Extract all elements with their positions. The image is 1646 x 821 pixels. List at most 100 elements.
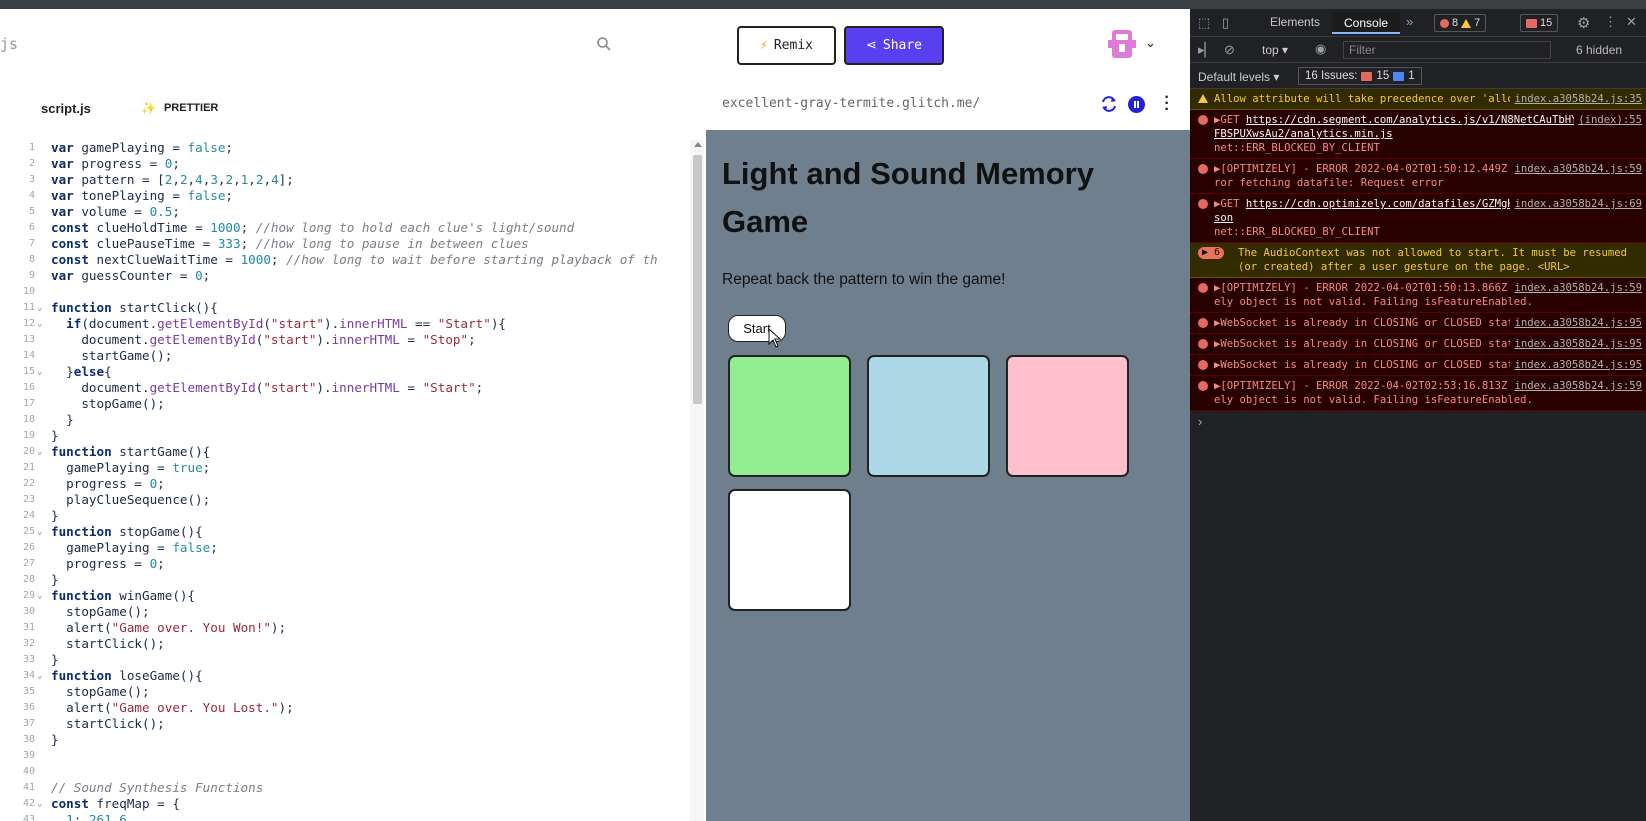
code-line[interactable]: 10 bbox=[0, 284, 690, 300]
code-line[interactable]: 2 var progress = 0; bbox=[0, 156, 690, 172]
kebab-menu-icon[interactable]: ⋮ bbox=[1604, 14, 1617, 30]
message-source-link[interactable]: (index):55 bbox=[1574, 113, 1642, 127]
remix-button[interactable]: ⚡ Remix bbox=[737, 26, 836, 65]
fold-chevron-icon[interactable]: ⌄ bbox=[37, 588, 42, 604]
issues-badge[interactable]: 15 bbox=[1520, 14, 1559, 32]
eye-icon[interactable]: ◉ bbox=[1315, 41, 1326, 57]
issues-button[interactable]: 16 Issues: 15 1 bbox=[1298, 67, 1422, 85]
console-prompt[interactable]: › bbox=[1190, 411, 1646, 432]
code-line[interactable]: 25 ⌄ function stopGame(){ bbox=[0, 524, 690, 540]
code-line[interactable]: 13 document.getElementById("start").inne… bbox=[0, 332, 690, 348]
message-source-link[interactable]: index.a3058b24.js:95 bbox=[1510, 337, 1642, 351]
preview-url[interactable]: excellent-gray-termite.glitch.me/ bbox=[722, 96, 980, 111]
fold-chevron-icon[interactable]: ⌄ bbox=[37, 364, 42, 380]
more-options-icon[interactable]: · · · bbox=[1161, 90, 1173, 118]
close-icon[interactable]: ✕ bbox=[1626, 14, 1637, 30]
code-line[interactable]: 35 stopGame(); bbox=[0, 684, 690, 700]
code-line[interactable]: 24} bbox=[0, 508, 690, 524]
code-line[interactable]: 9 var guessCounter = 0; bbox=[0, 268, 690, 284]
console-error-message[interactable]: index.a3058b24.js:69 ▶GET https://cdn.opt… bbox=[1190, 194, 1646, 243]
fold-chevron-icon[interactable]: ⌄ bbox=[37, 796, 42, 812]
console-error-message[interactable]: index.a3058b24.js:95 ▶WebSocket is alread… bbox=[1190, 334, 1646, 355]
avatar[interactable] bbox=[1108, 28, 1136, 60]
message-source-link[interactable]: index.a3058b24.js:69 bbox=[1510, 197, 1642, 211]
code-line[interactable]: 37 startClick(); bbox=[0, 716, 690, 732]
code-line[interactable]: 8 const nextClueWaitTime = 1000; //how lo… bbox=[0, 252, 690, 268]
game-button-4[interactable] bbox=[728, 489, 851, 611]
code-line[interactable]: 26 gamePlaying = false; bbox=[0, 540, 690, 556]
code-line[interactable]: 23 playClueSequence(); bbox=[0, 492, 690, 508]
console-error-message[interactable]: index.a3058b24.js:95 ▶WebSocket is alread… bbox=[1190, 355, 1646, 376]
code-line[interactable]: 39 bbox=[0, 748, 690, 764]
pause-icon[interactable] bbox=[1128, 96, 1145, 113]
repeat-count-badge[interactable]: ▶ 6 bbox=[1198, 247, 1225, 259]
message-source-link[interactable]: index.a3058b24.js:59 bbox=[1510, 379, 1642, 393]
code-line[interactable]: 30 stopGame(); bbox=[0, 604, 690, 620]
search-icon[interactable] bbox=[596, 36, 612, 52]
code-line[interactable]: 1 var gamePlaying = false; bbox=[0, 140, 690, 156]
share-button[interactable]: ⋖ Share bbox=[844, 26, 944, 65]
code-line[interactable]: 11 ⌄ function startClick(){ bbox=[0, 300, 690, 316]
clear-console-icon[interactable]: ⊘ bbox=[1224, 42, 1235, 58]
message-source-link[interactable]: index.a3058b24.js:59 bbox=[1510, 162, 1642, 176]
gear-icon[interactable]: ⚙ bbox=[1577, 14, 1590, 32]
code-line[interactable]: 18 } bbox=[0, 412, 690, 428]
code-line[interactable]: 17 stopGame(); bbox=[0, 396, 690, 412]
code-line[interactable]: 15 ⌄ }else{ bbox=[0, 364, 690, 380]
console-error-message[interactable]: (index):55 ▶GET https://cdn.segment.com/a… bbox=[1190, 110, 1646, 159]
console-error-message[interactable]: index.a3058b24.js:95 ▶WebSocket is alread… bbox=[1190, 313, 1646, 334]
more-tabs-icon[interactable]: » bbox=[1406, 14, 1413, 29]
tab-elements[interactable]: Elements bbox=[1270, 15, 1320, 29]
tab-console[interactable]: Console bbox=[1332, 12, 1401, 34]
code-line[interactable]: 4 var tonePlaying = false; bbox=[0, 188, 690, 204]
code-line[interactable]: 3 var pattern = [2,2,4,3,2,1,2,4]; bbox=[0, 172, 690, 188]
console-error-message[interactable]: index.a3058b24.js:59 ▶[OPTIMIZELY] - ERRO… bbox=[1190, 376, 1646, 411]
code-line[interactable]: 7 const cluePauseTime = 333; //how long t… bbox=[0, 236, 690, 252]
console-warning-message[interactable]: ▶ 6 The AudioContext was not allowed to s… bbox=[1190, 243, 1646, 278]
message-link[interactable]: https://cdn.segment.com/analytics.js/v1/… bbox=[1214, 114, 1635, 140]
filter-input[interactable]: Filter bbox=[1343, 41, 1551, 59]
refresh-icon[interactable] bbox=[1100, 95, 1118, 113]
code-line[interactable]: 5 var volume = 0.5; bbox=[0, 204, 690, 220]
code-line[interactable]: 34 ⌄ function loseGame(){ bbox=[0, 668, 690, 684]
code-line[interactable]: 31 alert("Game over. You Won!"); bbox=[0, 620, 690, 636]
levels-select[interactable]: Default levels ▾ bbox=[1198, 70, 1279, 84]
code-line[interactable]: 16 document.getElementById("start").inne… bbox=[0, 380, 690, 396]
message-source-link[interactable]: index.a3058b24.js:35 bbox=[1510, 92, 1642, 106]
prettier-button[interactable]: ✨ PRETTIER bbox=[141, 101, 218, 115]
message-source-link[interactable]: index.a3058b24.js:59 bbox=[1510, 281, 1642, 295]
game-button-3[interactable] bbox=[1006, 355, 1129, 477]
code-line[interactable]: 33} bbox=[0, 652, 690, 668]
search-input[interactable]: js bbox=[0, 35, 18, 53]
message-source-link[interactable]: index.a3058b24.js:95 bbox=[1510, 316, 1642, 330]
chevron-down-icon[interactable]: ⌄ bbox=[1145, 35, 1156, 51]
code-area[interactable]: 1 var gamePlaying = false; 2 var progress =… bbox=[0, 140, 690, 821]
code-line[interactable]: 28} bbox=[0, 572, 690, 588]
code-line[interactable]: 19} bbox=[0, 428, 690, 444]
fold-chevron-icon[interactable]: ⌄ bbox=[37, 444, 42, 460]
code-line[interactable]: 12 ⌄ if(document.getElementById("start").… bbox=[0, 316, 690, 332]
code-line[interactable]: 42 ⌄ const freqMap = { bbox=[0, 796, 690, 812]
device-toolbar-icon[interactable]: ▯ bbox=[1222, 15, 1229, 31]
fold-chevron-icon[interactable]: ⌄ bbox=[37, 668, 42, 684]
sidebar-toggle-icon[interactable]: ▸▏ bbox=[1198, 42, 1215, 58]
fold-chevron-icon[interactable]: ⌄ bbox=[37, 316, 42, 332]
game-button-1[interactable] bbox=[728, 355, 851, 477]
console-error-message[interactable]: index.a3058b24.js:59 ▶[OPTIMIZELY] - ERRO… bbox=[1190, 278, 1646, 313]
scroll-up-arrow-icon[interactable] bbox=[694, 142, 702, 147]
code-line[interactable]: 41 // Sound Synthesis Functions bbox=[0, 780, 690, 796]
file-tab-script-js[interactable]: script.js bbox=[41, 101, 91, 116]
fold-chevron-icon[interactable]: ⌄ bbox=[37, 524, 42, 540]
code-line[interactable]: 36 alert("Game over. You Lost."); bbox=[0, 700, 690, 716]
code-line[interactable]: 32 startClick(); bbox=[0, 636, 690, 652]
code-line[interactable]: 14 startGame(); bbox=[0, 348, 690, 364]
game-button-2[interactable] bbox=[867, 355, 990, 477]
code-line[interactable]: 29 ⌄ function winGame(){ bbox=[0, 588, 690, 604]
code-line[interactable]: 38} bbox=[0, 732, 690, 748]
code-line[interactable]: 20 ⌄ function startGame(){ bbox=[0, 444, 690, 460]
code-line[interactable]: 27 progress = 0; bbox=[0, 556, 690, 572]
message-source-link[interactable]: index.a3058b24.js:95 bbox=[1510, 358, 1642, 372]
code-line[interactable]: 43 1: 261.6, bbox=[0, 812, 690, 821]
fold-chevron-icon[interactable]: ⌄ bbox=[37, 300, 42, 316]
code-line[interactable]: 6 const clueHoldTime = 1000; //how long t… bbox=[0, 220, 690, 236]
